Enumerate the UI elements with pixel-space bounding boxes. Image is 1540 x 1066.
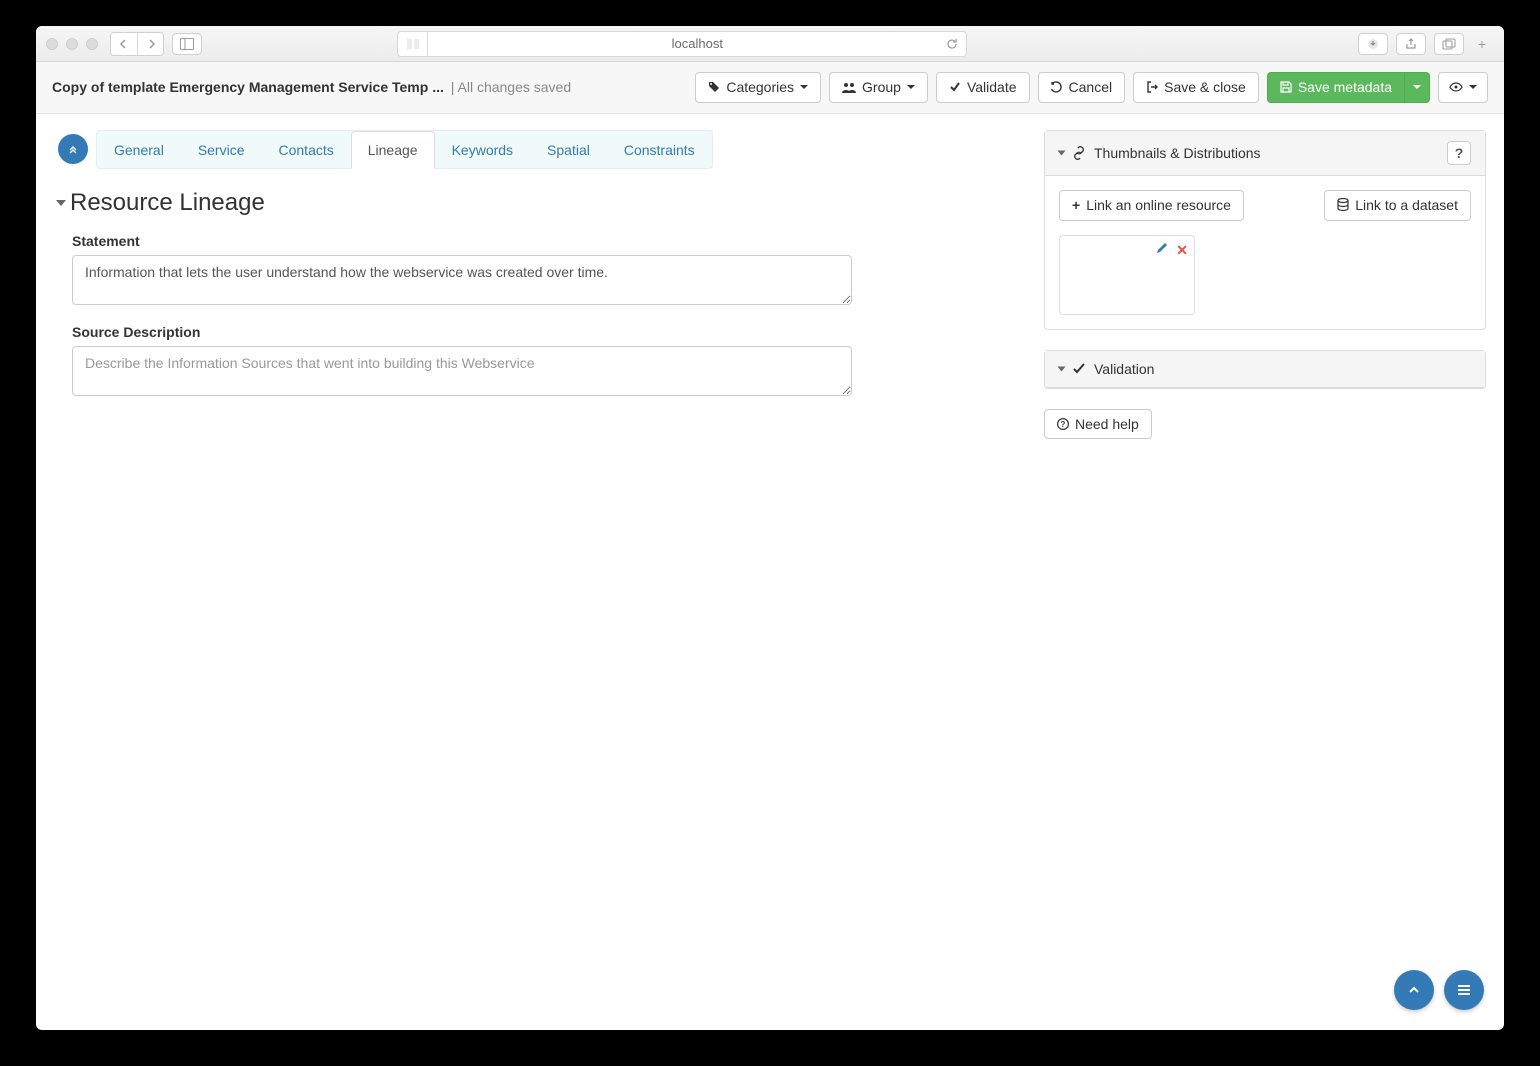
validate-button[interactable]: Validate: [936, 72, 1030, 103]
chevron-down-icon: [1058, 150, 1066, 155]
tab-general[interactable]: General: [97, 131, 181, 169]
eye-icon: [1449, 82, 1463, 92]
signout-icon: [1146, 81, 1158, 93]
tab-keywords[interactable]: Keywords: [435, 131, 530, 169]
plus-icon: +: [1072, 197, 1080, 214]
zoom-window-icon[interactable]: [86, 38, 98, 50]
cancel-button[interactable]: Cancel: [1038, 72, 1126, 103]
reload-icon[interactable]: [946, 38, 958, 50]
validation-panel-title: Validation: [1094, 361, 1154, 377]
menu-fab[interactable]: [1444, 970, 1484, 1010]
svg-text:?: ?: [1061, 420, 1066, 429]
section-heading[interactable]: Resource Lineage: [58, 189, 1022, 217]
caret-down-icon: [800, 85, 808, 89]
new-tab-button[interactable]: +: [1470, 36, 1494, 52]
share-button[interactable]: [1396, 33, 1426, 55]
close-window-icon[interactable]: [46, 38, 58, 50]
database-icon: [1337, 198, 1349, 212]
save-metadata-dropdown[interactable]: [1405, 72, 1430, 103]
view-mode-button[interactable]: [1438, 72, 1488, 103]
chevron-down-icon: [1058, 366, 1066, 371]
reader-mode-button[interactable]: [397, 31, 427, 57]
need-help-button[interactable]: ? Need help: [1044, 409, 1152, 440]
address-text: localhost: [672, 36, 723, 51]
save-metadata-button[interactable]: Save metadata: [1267, 72, 1405, 103]
thumbnails-panel-title: Thumbnails & Distributions: [1094, 145, 1261, 161]
window-controls[interactable]: [46, 38, 98, 50]
chevron-down-icon: [56, 200, 66, 206]
app-toolbar: Copy of template Emergency Management Se…: [36, 62, 1504, 114]
page-title: Copy of template Emergency Management Se…: [52, 79, 444, 95]
categories-button[interactable]: Categories: [695, 72, 821, 103]
downloads-button[interactable]: [1358, 33, 1388, 55]
source-description-input[interactable]: [72, 346, 852, 396]
caret-down-icon: [1469, 85, 1477, 89]
tag-icon: [708, 81, 720, 93]
check-icon: [949, 81, 961, 93]
validation-panel-header[interactable]: Validation: [1045, 351, 1485, 388]
tab-contacts[interactable]: Contacts: [262, 131, 351, 169]
editor-tabs: General Service Contacts Lineage Keyword…: [96, 130, 713, 169]
validation-panel: Validation: [1044, 350, 1486, 389]
sidebar-toggle-button[interactable]: [172, 33, 202, 55]
thumbnails-panel: Thumbnails & Distributions ? + Link an o…: [1044, 130, 1486, 330]
panel-help-button[interactable]: ?: [1447, 141, 1471, 165]
caret-down-icon: [1413, 85, 1421, 89]
source-description-label: Source Description: [72, 324, 1022, 340]
statement-input[interactable]: [72, 255, 852, 305]
thumbnail-card: ✕: [1059, 235, 1195, 315]
address-bar[interactable]: localhost: [427, 31, 967, 57]
thumbnails-panel-header[interactable]: Thumbnails & Distributions ?: [1045, 131, 1485, 176]
scroll-top-button[interactable]: [58, 134, 88, 164]
link-icon: [1072, 146, 1086, 160]
tab-service[interactable]: Service: [181, 131, 262, 169]
users-icon: [842, 81, 856, 93]
back-button[interactable]: [111, 33, 137, 55]
tabs-button[interactable]: [1434, 33, 1464, 55]
save-close-button[interactable]: Save & close: [1133, 72, 1259, 103]
statement-label: Statement: [72, 233, 1022, 249]
scroll-to-top-fab[interactable]: [1394, 970, 1434, 1010]
tab-spatial[interactable]: Spatial: [530, 131, 607, 169]
save-status: | All changes saved: [451, 79, 571, 95]
tab-lineage[interactable]: Lineage: [351, 131, 435, 169]
save-icon: [1280, 81, 1292, 93]
group-button[interactable]: Group: [829, 72, 928, 103]
undo-icon: [1051, 81, 1063, 93]
link-online-resource-button[interactable]: + Link an online resource: [1059, 190, 1244, 221]
caret-down-icon: [907, 85, 915, 89]
minimize-window-icon[interactable]: [66, 38, 78, 50]
tab-constraints[interactable]: Constraints: [607, 131, 712, 169]
browser-toolbar: localhost +: [36, 26, 1504, 62]
link-dataset-button[interactable]: Link to a dataset: [1324, 190, 1471, 221]
question-icon: ?: [1057, 418, 1069, 430]
delete-thumbnail-button[interactable]: ✕: [1176, 242, 1188, 259]
forward-button[interactable]: [137, 33, 163, 55]
edit-thumbnail-button[interactable]: [1156, 242, 1168, 254]
check-icon: [1072, 363, 1086, 375]
